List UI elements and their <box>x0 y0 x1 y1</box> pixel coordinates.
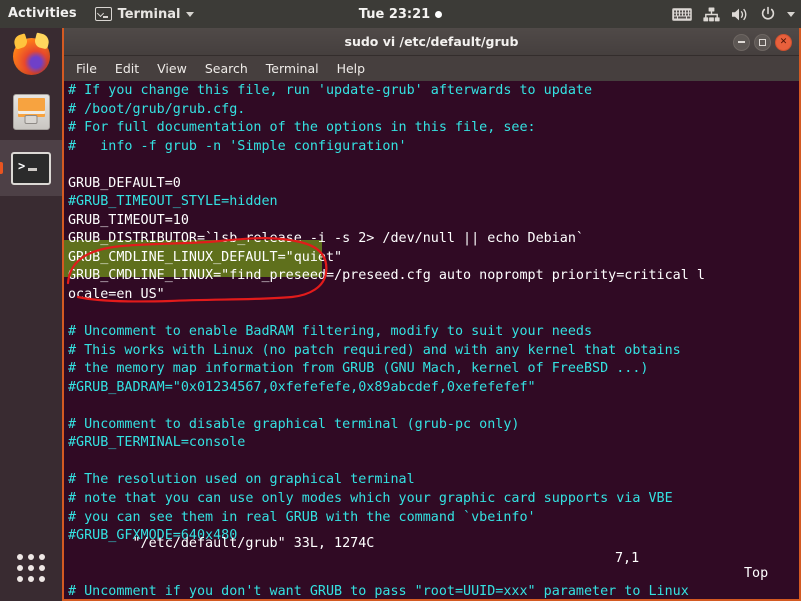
clock-label: Tue 23:21 <box>358 6 431 22</box>
window-title: sudo vi /etc/default/grub <box>344 34 519 49</box>
dock-item-terminal[interactable]: > <box>0 140 62 196</box>
activities-label: Activities <box>8 6 77 21</box>
network-icon <box>703 7 720 22</box>
terminal-line: #GRUB_BADRAM="0x01234567,0xfefefefe,0x89… <box>68 379 536 395</box>
keyboard-icon <box>672 7 692 21</box>
terminal-icon: > <box>11 151 51 185</box>
terminal-line: # Uncomment to enable BadRAM filtering, … <box>68 324 593 340</box>
terminal-line: # /boot/grub/grub.cfg. <box>68 101 246 117</box>
app-menu-label: Terminal <box>117 6 181 22</box>
menu-item-file[interactable]: File <box>76 61 97 76</box>
files-icon <box>12 94 50 130</box>
menu-bar: File Edit View Search Terminal Help <box>64 56 799 81</box>
dock-item-files[interactable] <box>0 84 62 140</box>
terminal-line: #GRUB_TIMEOUT_STYLE=hidden <box>68 194 278 210</box>
terminal-line: GRUB_CMDLINE_LINUX="find_preseed=/presee… <box>68 268 705 284</box>
dock: > <box>0 28 62 601</box>
firefox-icon <box>12 37 50 75</box>
terminal-line: # For full documentation of the options … <box>68 120 536 136</box>
terminal-line: ocale=en_US" <box>68 287 165 303</box>
recording-indicator-icon <box>435 10 443 18</box>
show-applications-button[interactable] <box>0 543 62 593</box>
terminal-viewport[interactable]: # If you change this file, run 'update-g… <box>64 81 799 599</box>
close-button[interactable]: ✕ <box>775 33 792 51</box>
maximize-button[interactable] <box>754 33 771 51</box>
status-file: "/etc/default/grub" 33L, 1274C <box>132 536 375 551</box>
activities-button[interactable]: Activities <box>0 0 87 28</box>
window-titlebar[interactable]: sudo vi /etc/default/grub ✕ <box>64 28 799 56</box>
terminal-line: # the memory map information from GRUB (… <box>68 361 649 377</box>
grid-icon <box>17 554 45 582</box>
chevron-down-icon[interactable] <box>787 11 795 17</box>
terminal-line: GRUB_DEFAULT=0 <box>68 175 181 191</box>
menu-item-help[interactable]: Help <box>337 61 366 76</box>
terminal-line: #GRUB_TERMINAL=console <box>68 435 246 451</box>
terminal-icon <box>94 7 112 21</box>
chevron-down-icon <box>186 11 195 17</box>
gnome-top-bar: Activities Terminal Tue 23:21 <box>0 0 801 28</box>
terminal-window: sudo vi /etc/default/grub ✕ File Edit Vi… <box>62 28 801 601</box>
system-status-area[interactable] <box>672 0 795 28</box>
power-icon <box>760 6 776 22</box>
terminal-line: # This works with Linux (no patch requir… <box>68 342 681 358</box>
terminal-line: # The resolution used on graphical termi… <box>68 472 415 488</box>
terminal-line: GRUB_CMDLINE_LINUX_DEFAULT="quiet" <box>68 249 343 265</box>
terminal-line: # If you change this file, run 'update-g… <box>68 83 593 98</box>
window-controls: ✕ <box>733 28 792 56</box>
dock-item-firefox[interactable] <box>0 28 62 84</box>
terminal-line: # info -f grub -n 'Simple configuration' <box>68 138 407 154</box>
status-cursor-position: 7,1 <box>615 551 640 566</box>
terminal-line: GRUB_TIMEOUT=10 <box>68 212 189 228</box>
vi-status-line: "/etc/default/grub" 33L, 1274C 7,1 Top <box>68 521 798 596</box>
desktop-screen: Activities Terminal Tue 23:21 > sudo vi … <box>0 0 801 601</box>
status-scroll-indicator: Top <box>744 566 769 581</box>
menu-item-edit[interactable]: Edit <box>115 61 139 76</box>
app-menu-button[interactable]: Terminal <box>87 0 203 28</box>
menu-item-search[interactable]: Search <box>205 61 248 76</box>
minimize-button[interactable] <box>733 33 750 51</box>
menu-item-view[interactable]: View <box>157 61 187 76</box>
terminal-line: # note that you can use only modes which… <box>68 491 673 507</box>
terminal-line: GRUB_DISTRIBUTOR=`lsb_release -i -s 2> /… <box>68 231 584 247</box>
terminal-line: # Uncomment to disable graphical termina… <box>68 416 520 432</box>
volume-icon <box>731 7 749 22</box>
menu-item-terminal[interactable]: Terminal <box>266 61 319 76</box>
